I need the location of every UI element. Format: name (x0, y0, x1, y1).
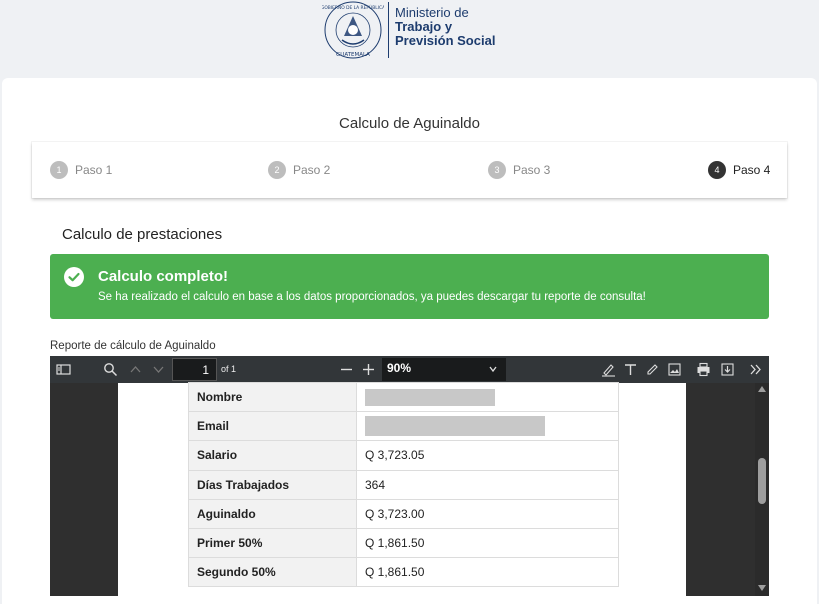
row-key: Email (188, 411, 357, 442)
site-header: GOBIERNO DE LA REPÚBLICA GUATEMALA Minis… (0, 0, 819, 78)
chevron-down-icon[interactable] (151, 362, 166, 377)
more-icon[interactable] (748, 362, 763, 377)
step-number: 1 (50, 161, 68, 179)
svg-text:GOBIERNO DE LA REPÚBLICA: GOBIERNO DE LA REPÚBLICA (322, 4, 384, 11)
row-value: Q 3,723.00 (356, 498, 619, 529)
zoom-in-icon[interactable] (361, 362, 376, 377)
search-icon[interactable] (103, 362, 118, 377)
step-1[interactable]: 1 Paso 1 (50, 161, 112, 179)
image-icon[interactable] (667, 362, 682, 377)
row-value: 364 (356, 469, 619, 500)
pdf-viewer: 1 of 1 90% Nombre Email Salario Q 3,723.… (50, 356, 769, 596)
text-icon[interactable] (623, 362, 638, 377)
guatemala-seal-logo: GOBIERNO DE LA REPÚBLICA GUATEMALA (322, 1, 384, 59)
logo-divider (388, 2, 389, 58)
row-key: Segundo 50% (188, 557, 357, 588)
step-label: Paso 2 (293, 163, 331, 177)
row-value: Q 3,723.05 (356, 440, 619, 471)
step-number: 3 (488, 161, 506, 179)
report-table: Nombre Email Salario Q 3,723.05 Días Tra… (188, 381, 619, 588)
step-2[interactable]: 2 Paso 2 (268, 161, 330, 179)
page-title: Calculo de Aguinaldo (339, 115, 480, 132)
scroll-up-arrow-icon[interactable] (758, 386, 766, 392)
row-key: Nombre (188, 381, 357, 413)
ministry-line-2: Trabajo y (395, 19, 453, 34)
table-row: Días Trabajados 364 (188, 469, 619, 500)
table-row: Segundo 50% Q 1,861.50 (188, 557, 619, 588)
row-key: Primer 50% (188, 527, 357, 559)
page-total: of 1 (221, 364, 237, 374)
highlighter-icon[interactable] (601, 362, 616, 377)
svg-text:GUATEMALA: GUATEMALA (336, 52, 370, 58)
row-value: Q 1,861.50 (356, 557, 619, 588)
draw-icon[interactable] (645, 362, 660, 377)
row-key: Aguinaldo (188, 498, 357, 529)
row-key: Días Trabajados (188, 469, 357, 500)
step-label: Paso 3 (513, 163, 551, 177)
pdf-scrollbar[interactable] (755, 383, 769, 596)
step-number: 4 (708, 161, 726, 179)
zoom-out-icon[interactable] (339, 362, 354, 377)
alert-title: Calculo completo! (98, 268, 229, 285)
step-label: Paso 4 (733, 163, 771, 177)
row-key: Salario (188, 440, 357, 471)
pdf-toolbar: 1 of 1 90% (50, 356, 769, 383)
row-value: Q 1,861.50 (356, 527, 619, 559)
alert-message: Se ha realizado el calculo en base a los… (98, 291, 646, 303)
pdf-page: Nombre Email Salario Q 3,723.05 Días Tra… (118, 381, 686, 596)
row-value (356, 381, 619, 413)
download-icon[interactable] (720, 362, 735, 377)
scroll-down-arrow-icon[interactable] (758, 585, 766, 591)
ministry-line-3: Previsión Social (395, 33, 496, 48)
print-icon[interactable] (696, 362, 711, 377)
pdf-document-area: Nombre Email Salario Q 3,723.05 Días Tra… (50, 381, 769, 596)
table-row: Email (188, 411, 619, 442)
sidebar-toggle-icon[interactable] (56, 362, 71, 377)
step-number: 2 (268, 161, 286, 179)
page-number-input[interactable]: 1 (172, 358, 217, 381)
step-4[interactable]: 4 Paso 4 (708, 161, 770, 179)
table-row: Salario Q 3,723.05 (188, 440, 619, 471)
redacted-block (365, 388, 495, 406)
table-row: Primer 50% Q 1,861.50 (188, 527, 619, 559)
redacted-block (365, 416, 545, 437)
table-row: Aguinaldo Q 3,723.00 (188, 498, 619, 529)
step-3[interactable]: 3 Paso 3 (488, 161, 550, 179)
row-value (356, 411, 619, 442)
stepper: 1 Paso 1 2 Paso 2 3 Paso 3 4 Paso 4 (32, 142, 787, 198)
ministry-name: Ministerio de Trabajo y Previsión Social (395, 6, 495, 48)
success-alert: Calculo completo! Se ha realizado el cal… (50, 254, 769, 319)
chevron-up-icon[interactable] (128, 362, 143, 377)
ministry-line-1: Ministerio de (395, 5, 469, 20)
table-row: Nombre (188, 381, 619, 413)
report-label: Reporte de cálculo de Aguinaldo (50, 340, 216, 352)
step-label: Paso 1 (75, 163, 113, 177)
chevron-down-icon (489, 366, 497, 373)
check-circle-icon (64, 267, 84, 287)
section-title: Calculo de prestaciones (62, 226, 223, 243)
scrollbar-thumb[interactable] (758, 458, 766, 504)
